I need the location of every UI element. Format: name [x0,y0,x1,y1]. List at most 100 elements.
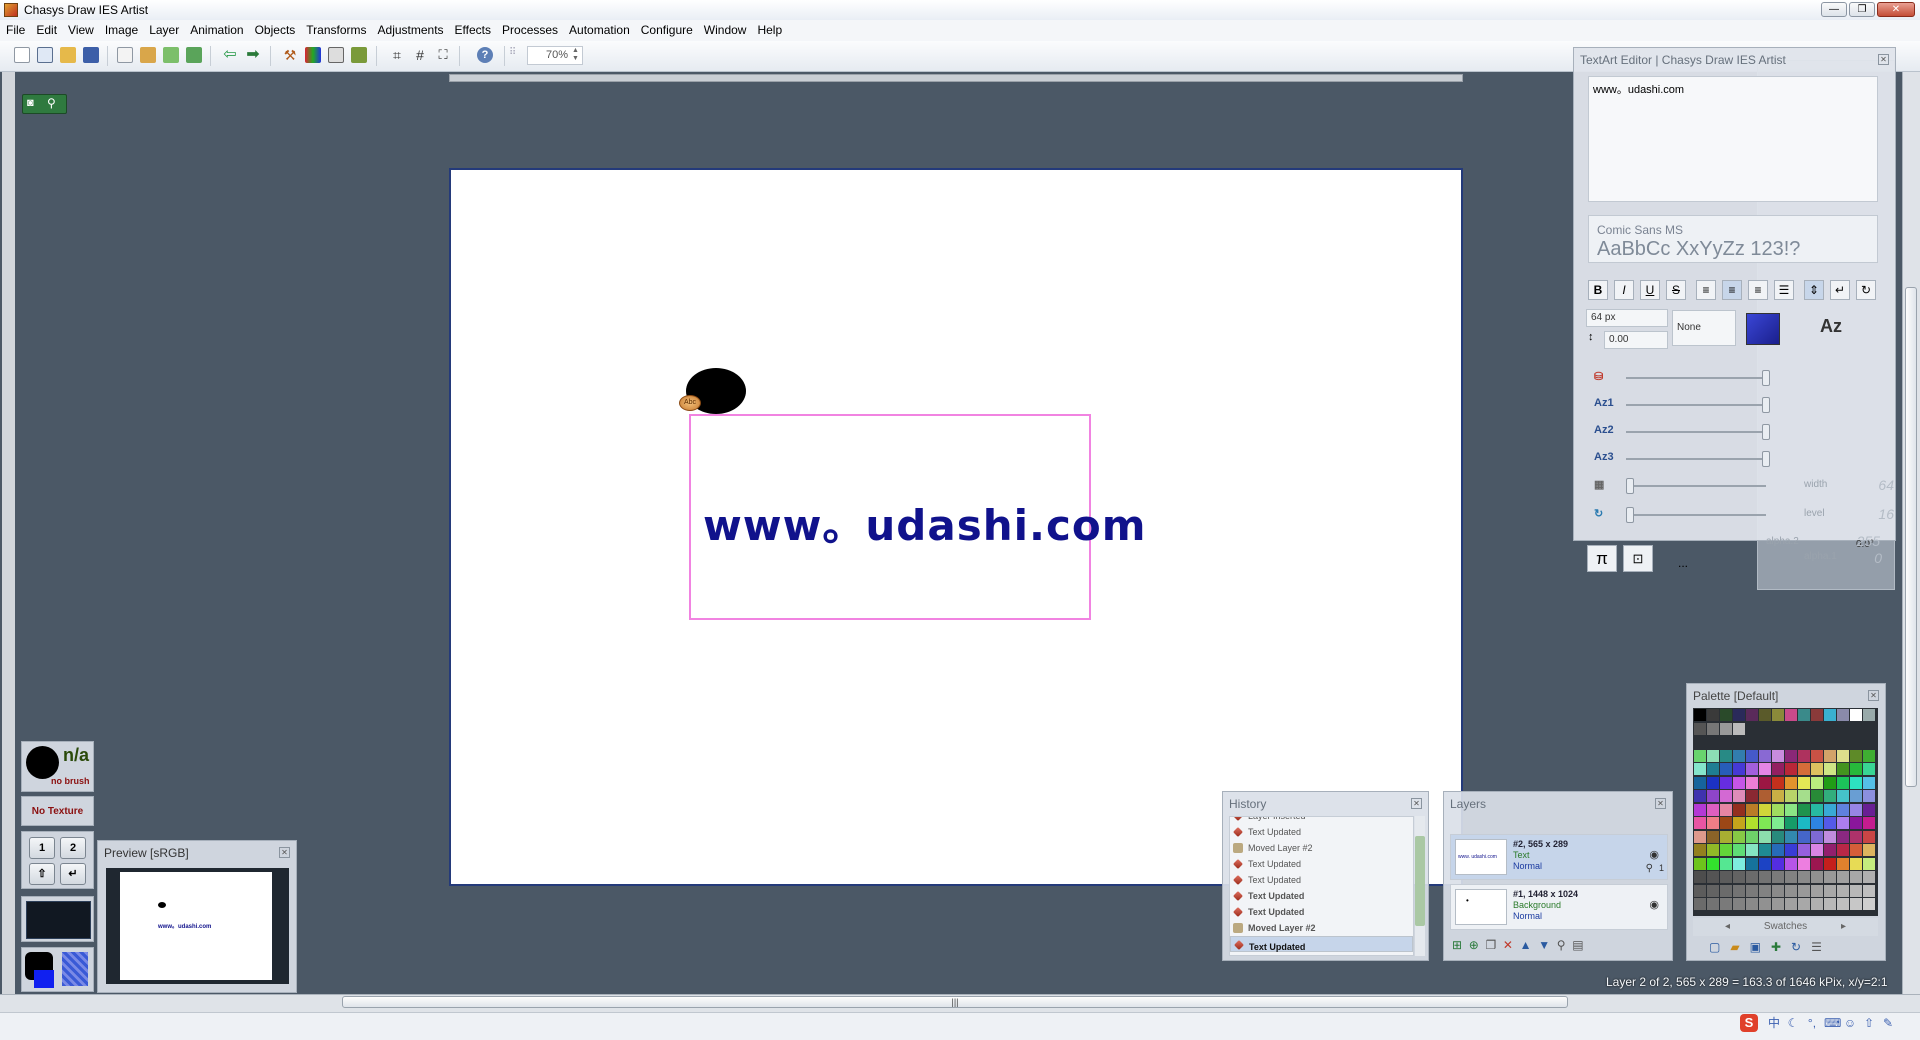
palette-swatch[interactable] [1720,790,1732,802]
color-grid-icon[interactable] [305,47,321,63]
palette-grid[interactable] [1693,708,1878,916]
palette-swatch[interactable] [1694,871,1706,883]
level-value[interactable]: 16 [1850,506,1894,522]
palette-swatch[interactable] [1798,749,1810,762]
palette-swatch[interactable] [1798,871,1810,883]
palette-swatch[interactable] [1772,803,1784,816]
palette-swatch[interactable] [1707,803,1719,816]
layers-close-icon[interactable]: ✕ [1655,798,1666,809]
palette-swatch[interactable] [1746,898,1758,910]
navigator-toggle[interactable]: ◙ ⚲ [22,94,67,114]
background-color[interactable] [34,970,54,988]
palette-swatch[interactable] [1759,790,1771,802]
history-item[interactable]: Layer Inserted [1230,817,1413,824]
new-window-icon[interactable] [37,47,53,63]
palette-swatch[interactable] [1863,749,1875,762]
palette-swatch[interactable] [1720,749,1732,762]
palette-swatch[interactable] [1837,857,1849,870]
palette-swatch[interactable] [1772,776,1784,789]
palette-swatch[interactable] [1694,844,1706,856]
palette-swatch[interactable] [1785,830,1797,843]
keyboard-icon[interactable]: ⌨ [1824,1016,1841,1030]
palette-swatch[interactable] [1785,790,1797,802]
palette-swatch[interactable] [1837,749,1849,762]
open-folder-icon[interactable] [60,47,76,63]
palette-swatch[interactable] [1863,803,1875,816]
palette-swatch[interactable] [1720,898,1732,910]
menu-help[interactable]: Help [751,20,787,41]
layer-row-background[interactable]: • #1, 1448 x 1024 Background Normal ◉ [1450,884,1668,930]
palette-swatch[interactable] [1824,790,1836,802]
shift-key-icon[interactable]: ⇧ [29,863,55,885]
palette-swatch[interactable] [1785,749,1797,762]
palette-swatch[interactable] [1863,857,1875,870]
more-options[interactable]: ... [1678,556,1688,570]
text-layer-selection[interactable]: www。udashi.com [689,414,1145,620]
palette-swatch[interactable] [1772,709,1784,721]
palette-swatch[interactable] [1733,790,1745,802]
vertical-scrollbar[interactable] [1902,72,1920,997]
menu-file[interactable]: File [0,20,30,41]
texture-indicator[interactable]: No Texture [21,796,94,826]
vertical-align-icon[interactable]: ⇕ [1804,280,1824,300]
palette-swatch[interactable] [1694,749,1706,762]
palette-swatch[interactable] [1707,776,1719,789]
palette-swatch[interactable] [1863,790,1875,802]
palette-swatch[interactable] [1811,709,1823,721]
palette-swatch[interactable] [1746,749,1758,762]
align-center-icon[interactable]: ≡ [1722,280,1742,300]
text-style-az[interactable]: Az [1820,316,1842,337]
add-color-icon[interactable]: ✚ [1771,940,1781,954]
new-palette-icon[interactable]: ▢ [1709,940,1720,954]
palette-swatch[interactable] [1772,790,1784,802]
alpha2-value[interactable]: 255 [1836,533,1880,549]
pi-button[interactable]: π [1587,545,1617,572]
palette-swatch[interactable] [1746,790,1758,802]
palette-swatch[interactable] [1746,871,1758,883]
palette-swatch[interactable] [1772,898,1784,910]
palette-swatch[interactable] [1720,709,1732,721]
palette-swatch[interactable] [1785,844,1797,856]
palette-swatch[interactable] [1707,722,1719,735]
palette-swatch[interactable] [1837,830,1849,843]
secondary-color-box[interactable] [21,896,94,942]
palette-swatch[interactable] [1707,830,1719,843]
palette-swatch[interactable] [1694,790,1706,802]
menu-configure[interactable]: Configure [635,20,698,41]
menu-adjustments[interactable]: Adjustments [372,20,449,41]
palette-swatch[interactable] [1798,817,1810,829]
palette-swatch[interactable] [1759,884,1771,897]
palette-swatch[interactable] [1863,763,1875,775]
underline-button[interactable]: U [1640,280,1660,300]
palette-swatch[interactable] [1837,709,1849,721]
palette-swatch[interactable] [1837,884,1849,897]
slider-fill-opacity[interactable]: ⛁ [1588,368,1888,388]
palette-swatch[interactable] [1798,763,1810,775]
preview-viewport[interactable]: www。udashi.com [106,868,289,984]
palette-swatch[interactable] [1785,857,1797,870]
slider-az3[interactable]: Az3 [1588,449,1888,469]
palette-swatch[interactable] [1863,884,1875,897]
palette-swatch[interactable] [1707,844,1719,856]
new-file-icon[interactable] [14,47,30,63]
palette-swatch[interactable] [1720,884,1732,897]
palette-swatch[interactable] [1824,709,1836,721]
paste-new-icon[interactable] [163,47,179,63]
palette-swatch[interactable] [1746,884,1758,897]
palette-swatch[interactable] [1824,763,1836,775]
palette-swatch[interactable] [1811,857,1823,870]
palette-swatch[interactable] [1720,871,1732,883]
menu-view[interactable]: View [62,20,99,41]
text-color-swatch[interactable] [1746,313,1780,345]
palette-swatch[interactable] [1863,871,1875,883]
palette-swatch[interactable] [1824,884,1836,897]
palette-swatch[interactable] [1850,898,1862,910]
palette-swatch[interactable] [1824,803,1836,816]
palette-swatch[interactable] [1798,898,1810,910]
palette-swatch[interactable] [1811,803,1823,816]
palette-swatch[interactable] [1837,763,1849,775]
palette-swatch[interactable] [1798,884,1810,897]
palette-swatch[interactable] [1811,790,1823,802]
key-2[interactable]: 2 [60,837,86,859]
spacing-select[interactable]: 0.00 [1604,331,1668,349]
